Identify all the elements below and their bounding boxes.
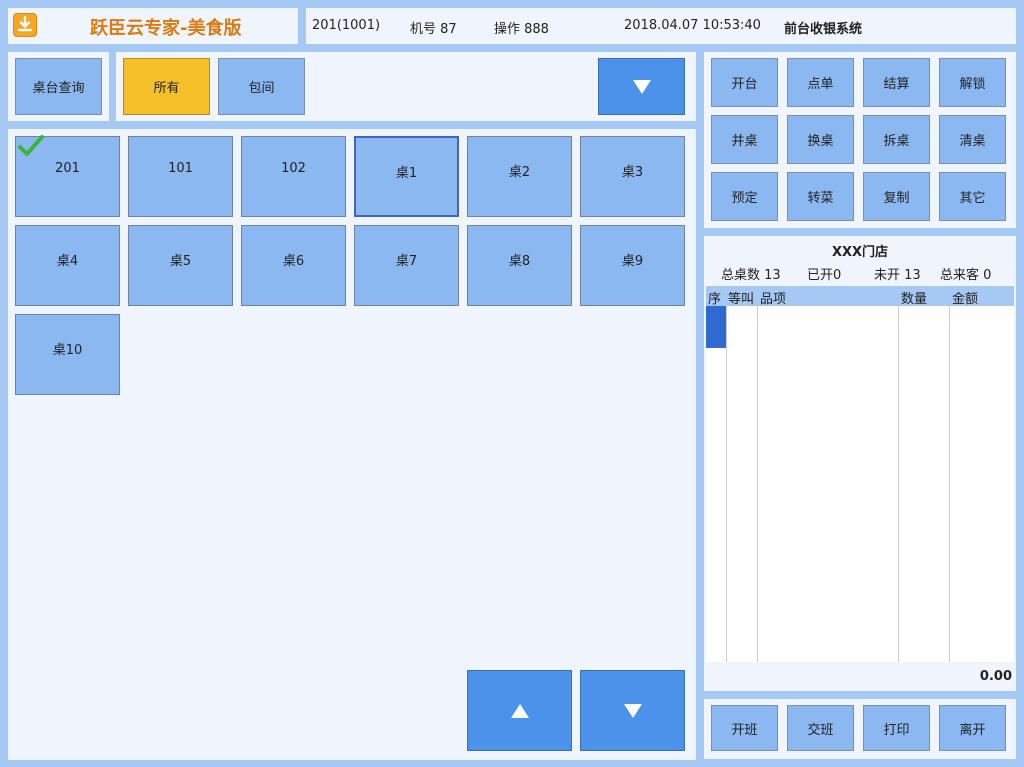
table-label: 桌2 <box>508 165 531 180</box>
filter-all-button[interactable]: 所有 <box>123 58 210 115</box>
action-button[interactable]: 开台 <box>711 58 778 107</box>
table-button[interactable]: 桌10 <box>15 314 120 395</box>
store-name: XXX门店 <box>831 245 889 260</box>
order-list[interactable] <box>706 306 1014 662</box>
table-label: 桌1 <box>395 166 418 181</box>
filter-panel: 所有 包间 <box>116 52 696 121</box>
table-label: 101 <box>168 161 193 176</box>
table-button[interactable]: 桌6 <box>241 225 346 306</box>
unopened-tables-stat: 未开 13 <box>874 268 921 283</box>
col-amount: 金额 <box>952 292 979 307</box>
shift-action-button[interactable]: 开班 <box>711 705 778 751</box>
column-divider <box>726 306 727 662</box>
action-button[interactable]: 点单 <box>787 58 854 107</box>
opened-tables-stat: 已开0 <box>807 268 842 283</box>
action-button[interactable]: 换桌 <box>787 115 854 164</box>
triangle-down-icon <box>632 79 651 94</box>
app-title: 跃臣云专家-美食版 <box>90 18 242 39</box>
total-guests-stat: 总来客 0 <box>940 268 992 283</box>
table-search-button[interactable]: 桌台查询 <box>15 58 102 115</box>
action-button[interactable]: 转菜 <box>787 172 854 221</box>
table-label: 桌9 <box>621 254 644 269</box>
table-label: 桌5 <box>169 254 192 269</box>
table-label: 桌4 <box>56 254 79 269</box>
action-button[interactable]: 其它 <box>939 172 1006 221</box>
table-button[interactable]: 桌3 <box>580 136 685 217</box>
table-button[interactable]: 101 <box>128 136 233 217</box>
action-button[interactable]: 复制 <box>863 172 930 221</box>
title-bar: 跃臣云专家-美食版 <box>8 8 298 44</box>
download-icon <box>13 13 37 37</box>
table-button[interactable]: 桌5 <box>128 225 233 306</box>
filter-private-room-button[interactable]: 包间 <box>218 58 305 115</box>
col-item: 品项 <box>760 292 787 307</box>
table-button[interactable]: 桌4 <box>15 225 120 306</box>
store-panel: XXX门店 总桌数 13 已开0 未开 13 总来客 0 序 等叫 品项 数量 … <box>704 236 1016 691</box>
table-label: 桌8 <box>508 254 531 269</box>
column-divider <box>898 306 899 662</box>
datetime: 2018.04.07 10:53:40 <box>624 18 761 33</box>
action-button[interactable]: 拆桌 <box>863 115 930 164</box>
action-button[interactable]: 并桌 <box>711 115 778 164</box>
column-divider <box>949 306 950 662</box>
table-label: 201 <box>55 161 80 176</box>
page-up-button[interactable] <box>467 670 572 751</box>
table-button[interactable]: 201 <box>15 135 120 217</box>
bottom-actions-panel: 开班 交班 打印 离开 <box>704 699 1016 759</box>
tables-panel: 201 101 102 桌1 桌2 桌3 桌4 桌5 桌6 桌7 桌8 桌9 桌10 <box>8 129 696 760</box>
shift-action-button[interactable]: 打印 <box>863 705 930 751</box>
table-label: 桌3 <box>621 165 644 180</box>
action-button[interactable]: 解锁 <box>939 58 1006 107</box>
triangle-up-icon <box>510 703 529 718</box>
action-button[interactable]: 结算 <box>863 58 930 107</box>
table-button[interactable]: 桌9 <box>580 225 685 306</box>
triangle-down-icon <box>623 703 642 718</box>
table-button[interactable]: 桌8 <box>467 225 572 306</box>
machine-number: 机号 87 <box>410 22 457 37</box>
shift-action-button[interactable]: 离开 <box>939 705 1006 751</box>
table-label: 桌6 <box>282 254 305 269</box>
check-icon <box>18 135 44 156</box>
col-call: 等叫 <box>728 292 755 307</box>
shift-action-button[interactable]: 交班 <box>787 705 854 751</box>
row-selector[interactable] <box>706 306 726 348</box>
table-label: 102 <box>281 161 306 176</box>
page-down-button[interactable] <box>580 670 685 751</box>
info-bar: 201(1001) 机号 87 操作 888 2018.04.07 10:53:… <box>306 8 1016 44</box>
table-code: 201(1001) <box>312 18 381 33</box>
table-button[interactable]: 桌1 <box>354 136 459 217</box>
table-label: 桌10 <box>52 343 83 358</box>
action-button[interactable]: 清桌 <box>939 115 1006 164</box>
actions-panel: 开台 点单 结算 解锁并桌 换桌 拆桌 清桌预定 转菜 复制 其它 <box>704 52 1016 228</box>
system-name: 前台收银系统 <box>784 22 863 37</box>
order-total: 0.00 <box>979 669 1012 684</box>
search-panel: 桌台查询 <box>8 52 109 121</box>
filter-dropdown-button[interactable] <box>598 58 685 115</box>
table-button[interactable]: 102 <box>241 136 346 217</box>
operator-number: 操作 888 <box>494 22 549 37</box>
action-button[interactable]: 预定 <box>711 172 778 221</box>
column-divider <box>757 306 758 662</box>
order-list-header: 序 等叫 品项 数量 金额 <box>706 286 1014 307</box>
col-qty: 数量 <box>901 292 928 307</box>
total-tables-stat: 总桌数 13 <box>721 268 781 283</box>
table-button[interactable]: 桌2 <box>467 136 572 217</box>
col-seq: 序 <box>708 292 722 307</box>
table-label: 桌7 <box>395 254 418 269</box>
table-button[interactable]: 桌7 <box>354 225 459 306</box>
